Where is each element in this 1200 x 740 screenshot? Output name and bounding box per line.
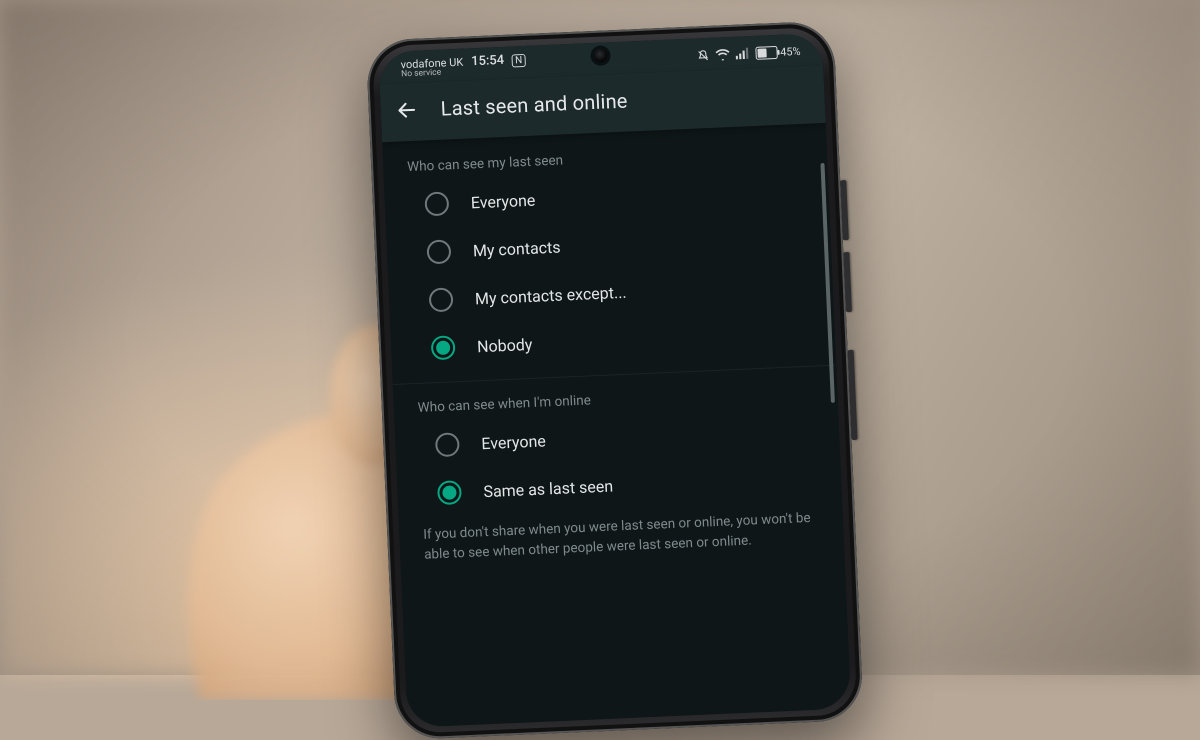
carrier-block: vodafone UK No service [401,57,464,79]
battery-icon [755,45,778,59]
back-button[interactable] [394,98,419,123]
radio-label: Same as last seen [483,476,613,501]
radio-icon [435,432,460,457]
radio-label: Nobody [477,334,533,355]
radio-icon-checked [431,335,456,360]
radio-label: Everyone [470,190,535,212]
battery-indicator: 45% [755,44,801,59]
phone-frame: vodafone UK No service 15:54 N [366,20,864,740]
radio-label: My contacts except... [475,282,627,308]
battery-label: 45% [780,44,801,58]
radio-label: My contacts [473,237,561,260]
page-title: Last seen and online [440,89,628,121]
wifi-icon [715,48,730,61]
radio-icon [426,239,451,264]
service-status: No service [401,68,464,79]
radio-icon [429,287,454,312]
nfc-icon: N [512,54,526,68]
radio-label: Everyone [481,431,546,453]
signal-icon [735,47,750,60]
status-clock: 15:54 [471,53,505,69]
radio-icon [424,191,449,216]
mute-icon [696,48,710,62]
arrow-left-icon [395,99,418,122]
status-left: vodafone UK No service 15:54 N [400,52,525,79]
status-right: 45% [696,44,801,62]
content-scroll[interactable]: Who can see my last seen Everyone My con… [382,123,851,728]
radio-icon-checked [437,480,462,505]
screen: vodafone UK No service 15:54 N [378,33,851,728]
